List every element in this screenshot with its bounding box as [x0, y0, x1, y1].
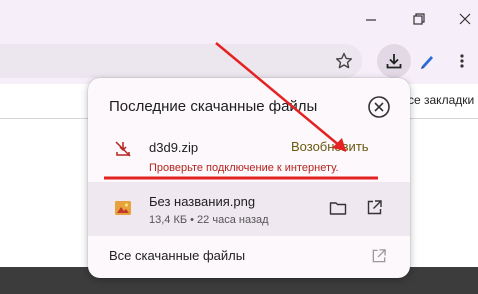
- close-circle-icon: [368, 96, 390, 118]
- address-bar[interactable]: [0, 44, 362, 78]
- close-window-button[interactable]: [450, 4, 478, 32]
- error-message: Проверьте подключение к интернету.: [149, 162, 339, 174]
- download-icon: [386, 54, 402, 69]
- browser-menu-button[interactable]: [458, 51, 466, 76]
- minimize-button[interactable]: [356, 4, 386, 32]
- kebab-menu-icon: [460, 54, 464, 68]
- restore-button[interactable]: [404, 4, 434, 32]
- download-item-failed[interactable]: d3d9.zip Проверьте подключение к интерне…: [88, 126, 410, 182]
- extension-button[interactable]: [418, 51, 436, 76]
- pen-icon: [421, 56, 433, 69]
- downloads-button[interactable]: [377, 44, 411, 78]
- file-name: d3d9.zip: [149, 140, 199, 155]
- download-failed-icon: [115, 141, 131, 157]
- file-meta: 13,4 КБ • 22 часа назад: [149, 214, 269, 226]
- all-downloads-row[interactable]: Все скачанные файлы: [88, 236, 410, 278]
- bookmark-star-button[interactable]: [333, 50, 355, 72]
- title-bar: [0, 0, 478, 38]
- all-downloads-link[interactable]: Все скачанные файлы: [109, 248, 245, 263]
- open-external-icon[interactable]: [366, 199, 383, 216]
- image-file-icon: [115, 201, 131, 215]
- downloads-popup: Последние скачанные файлы d3d9.zip Прове…: [88, 78, 410, 278]
- file-name: Без названия.png: [149, 194, 256, 209]
- open-external-icon: [372, 249, 386, 263]
- all-bookmarks-link[interactable]: се закладки: [408, 93, 474, 107]
- folder-icon[interactable]: [329, 200, 347, 216]
- download-item-image[interactable]: Без названия.png 13,4 КБ • 22 часа назад: [88, 182, 410, 236]
- popup-close-button[interactable]: [366, 94, 392, 120]
- star-icon: [335, 52, 353, 69]
- popup-title: Последние скачанные файлы: [109, 98, 318, 115]
- resume-button[interactable]: Возобновить: [291, 139, 369, 154]
